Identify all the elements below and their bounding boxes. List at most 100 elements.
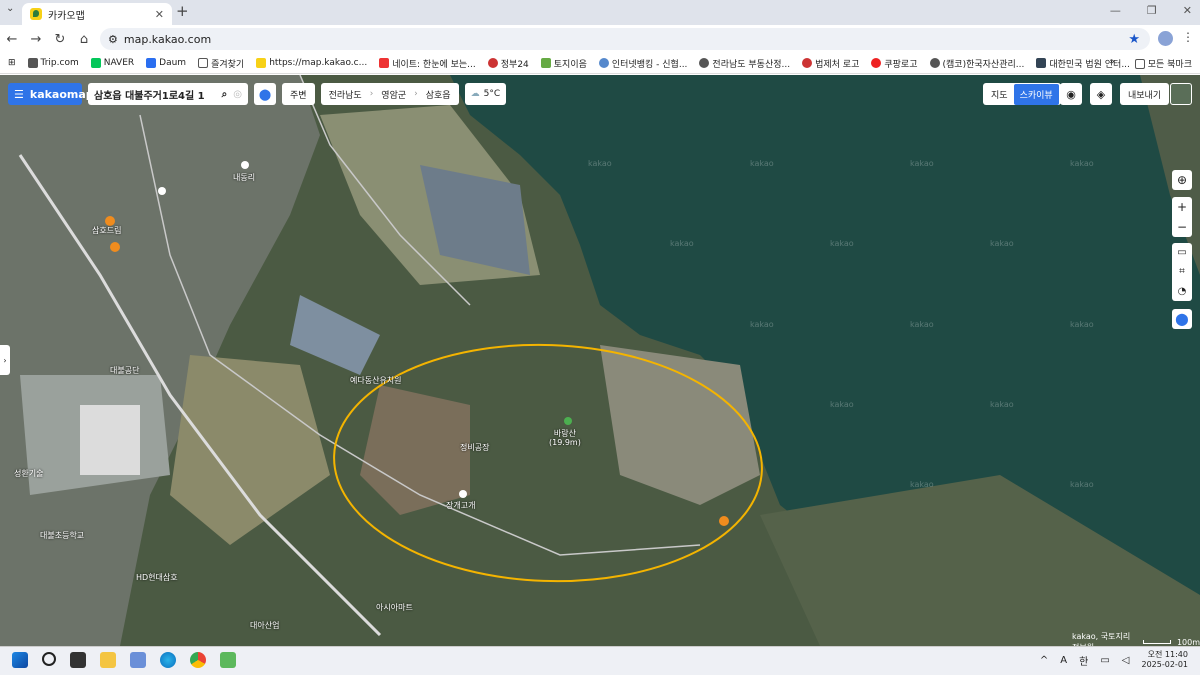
new-tab-icon[interactable]: + bbox=[176, 2, 189, 20]
poi-marker[interactable] bbox=[158, 187, 166, 195]
hamburger-menu-icon[interactable]: ☰ bbox=[14, 88, 24, 101]
zoom-out-icon[interactable]: − bbox=[1177, 220, 1187, 234]
breadcrumb-town[interactable]: 삼호읍 bbox=[426, 88, 451, 101]
ime-mode[interactable]: 한 bbox=[1079, 653, 1088, 668]
home-icon[interactable]: ⌂ bbox=[72, 32, 96, 47]
minimap-thumbnail[interactable] bbox=[1170, 83, 1192, 105]
system-tray: ^ A 한 ▭ ◁ 오전 11:40 2025-02-01 bbox=[1040, 650, 1188, 670]
address-bar[interactable]: ⚙ map.kakao.com ★ bbox=[100, 28, 1150, 50]
bookmark-item[interactable]: 정부24 bbox=[487, 57, 529, 70]
url-text: map.kakao.com bbox=[123, 32, 212, 46]
clock[interactable]: 오전 11:40 2025-02-01 bbox=[1142, 650, 1189, 670]
place-label[interactable]: 장개고개 bbox=[446, 500, 475, 511]
settings-gear-icon[interactable] bbox=[130, 652, 146, 668]
place-label[interactable]: 내동리 bbox=[233, 172, 255, 183]
search-input[interactable]: 삼호읍 대불주거1로4길 1 ⌕ ◎ bbox=[88, 83, 248, 105]
taskbar-apps bbox=[12, 652, 236, 668]
bookmark-star-icon[interactable]: ★ bbox=[1128, 32, 1140, 47]
start-windows-icon[interactable] bbox=[12, 652, 28, 668]
nearby-button[interactable]: 주변 bbox=[282, 83, 315, 105]
folder-icon bbox=[1134, 58, 1145, 69]
all-bookmarks[interactable]: 모든 북마크 bbox=[1134, 57, 1192, 70]
export-button[interactable]: 내보내기 bbox=[1120, 83, 1170, 105]
place-label[interactable]: 예다동산유치원 bbox=[350, 375, 402, 386]
more-bookmarks-chevron-icon[interactable]: » bbox=[1109, 57, 1115, 70]
court-icon bbox=[1036, 58, 1047, 68]
radius-icon[interactable]: ◔ bbox=[1178, 286, 1187, 297]
search-icon[interactable]: ⌕ bbox=[222, 89, 228, 100]
bookmark-item[interactable]: 토지이음 bbox=[540, 57, 587, 70]
bookmark-item[interactable]: 전라남도 부동산정... bbox=[699, 57, 790, 70]
mountain-marker[interactable] bbox=[564, 417, 572, 425]
roadview-button[interactable]: ◉ bbox=[1060, 83, 1082, 105]
poi-marker[interactable] bbox=[110, 242, 120, 252]
weather-widget[interactable]: ☁ 5°C bbox=[464, 83, 507, 105]
kakaomap-app-icon[interactable] bbox=[220, 652, 236, 668]
minimize-icon[interactable]: — bbox=[1110, 4, 1121, 17]
back-icon[interactable]: ← bbox=[0, 32, 24, 47]
place-label[interactable]: 대아산업 bbox=[250, 620, 279, 631]
browser-tab[interactable]: 카카오맵 ✕ bbox=[22, 3, 172, 25]
satellite-map[interactable]: 바랑산 (19.9m) 정비공장 장개고개 예다동산유치원 대불공단 성환기술 대… bbox=[0, 75, 1200, 646]
watermark: kakao bbox=[670, 239, 694, 248]
bookmark-item[interactable]: 네이트: 한눈에 보는... bbox=[379, 57, 476, 70]
breadcrumb-province[interactable]: 전라남도 bbox=[329, 88, 362, 101]
kakaomap-logo[interactable]: ☰ kakaomap bbox=[8, 83, 94, 105]
place-label[interactable]: 대불공단 bbox=[110, 365, 139, 376]
my-location-button[interactable]: ⊕ bbox=[1172, 170, 1192, 190]
place-label[interactable]: 대불초등학교 bbox=[40, 530, 84, 541]
area-icon[interactable]: ⌗ bbox=[1179, 266, 1185, 277]
forward-icon[interactable]: → bbox=[24, 32, 48, 47]
restore-icon[interactable]: ❐ bbox=[1147, 4, 1157, 17]
place-label[interactable]: 아시아마트 bbox=[376, 602, 413, 613]
bookmark-item[interactable]: Trip.com bbox=[27, 58, 79, 68]
menu-kebab-icon[interactable]: ⋮ bbox=[1182, 30, 1194, 44]
poi-marker[interactable] bbox=[459, 490, 467, 498]
bookmark-item[interactable]: NAVER bbox=[90, 58, 134, 68]
temperature: 5°C bbox=[483, 89, 501, 99]
sidebar-toggle[interactable]: › bbox=[0, 345, 10, 375]
close-tab-icon[interactable]: ✕ bbox=[155, 8, 164, 21]
input-language[interactable]: A bbox=[1060, 655, 1067, 666]
tab-search-icon[interactable]: ⌄ bbox=[6, 3, 14, 14]
location-pin-button[interactable]: ⬤ bbox=[254, 83, 276, 105]
profile-avatar[interactable] bbox=[1158, 31, 1173, 46]
apps-grid-icon[interactable]: ⊞ bbox=[8, 58, 16, 68]
place-label[interactable]: 바랑산 (19.9m) bbox=[549, 429, 581, 447]
chevron-up-icon[interactable]: ^ bbox=[1040, 655, 1048, 666]
bookmark-item[interactable]: https://map.kakao.c... bbox=[256, 58, 367, 68]
poi-marker[interactable] bbox=[719, 516, 729, 526]
bookmark-item[interactable]: 인터넷뱅킹 - 신협... bbox=[598, 57, 687, 70]
breadcrumb-county[interactable]: 영암군 bbox=[381, 88, 406, 101]
cu-icon bbox=[598, 58, 609, 68]
maptype-skyview[interactable]: 스카이뷰 bbox=[1013, 83, 1059, 105]
route-icon[interactable]: ◎ bbox=[233, 89, 242, 100]
edge-icon[interactable] bbox=[160, 652, 176, 668]
ruler-icon[interactable]: ▭ bbox=[1177, 247, 1186, 258]
site-info-icon[interactable]: ⚙ bbox=[108, 33, 118, 46]
bookmark-item[interactable]: 법제처 로고 bbox=[802, 57, 859, 70]
bookmark-item[interactable]: 쿠팡로고 bbox=[871, 57, 918, 70]
bookmark-item[interactable]: Daum bbox=[146, 58, 186, 68]
place-label[interactable]: 성환기술 bbox=[14, 468, 43, 479]
task-view-icon[interactable] bbox=[70, 652, 86, 668]
favorite-pin-button[interactable]: ⬤ bbox=[1172, 309, 1192, 329]
network-icon[interactable]: ▭ bbox=[1100, 655, 1109, 666]
bookmark-item[interactable]: 즐겨찾기 bbox=[198, 57, 244, 70]
reload-icon[interactable]: ↻ bbox=[48, 32, 72, 47]
volume-icon[interactable]: ◁ bbox=[1122, 655, 1130, 666]
place-label[interactable]: HD현대삼호 bbox=[136, 572, 178, 583]
close-window-icon[interactable]: ✕ bbox=[1183, 4, 1192, 17]
scale-label: 100m bbox=[1176, 637, 1200, 647]
zoom-in-icon[interactable]: + bbox=[1177, 200, 1187, 214]
folder-icon bbox=[198, 58, 209, 68]
file-explorer-icon[interactable] bbox=[100, 652, 116, 668]
maptype-map[interactable]: 지도 bbox=[985, 84, 1014, 105]
chrome-icon[interactable] bbox=[190, 652, 206, 668]
bookmark-item[interactable]: (캠코)한국자산관리... bbox=[929, 57, 1024, 70]
place-label[interactable]: 정비공장 bbox=[460, 442, 489, 453]
place-label[interactable]: 삼호드림 bbox=[92, 225, 121, 236]
poi-marker[interactable] bbox=[241, 161, 249, 169]
search-icon[interactable] bbox=[42, 652, 56, 666]
layers-button[interactable]: ◈ bbox=[1090, 83, 1112, 105]
